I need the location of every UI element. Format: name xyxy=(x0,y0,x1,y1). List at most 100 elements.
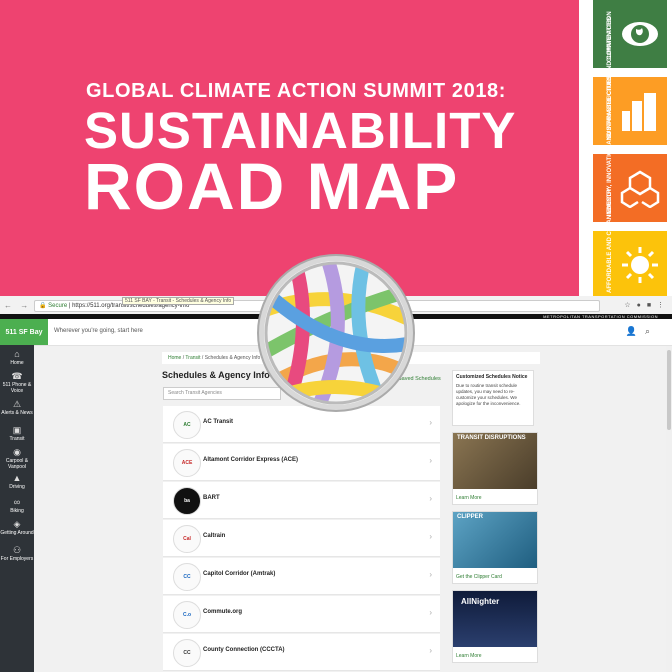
sidebar-item-driving[interactable]: ▲ Driving xyxy=(0,473,34,490)
cubes-icon xyxy=(619,162,661,214)
agency-logo: C.o xyxy=(173,601,201,629)
compass-icon: ◈ xyxy=(13,519,21,529)
car-icon: ◉ xyxy=(13,447,21,457)
agency-logo: CC xyxy=(173,563,201,591)
sun-icon xyxy=(619,239,661,291)
sidebar-item-label: Alerts & News xyxy=(1,410,33,416)
sdg-goal-column: 13 CLIMATE ACTION 11 SUSTAINABLE CITIES … xyxy=(579,0,672,300)
list-item[interactable]: C.o Commute.org › xyxy=(163,596,440,633)
notice-body: Due to routine transit schedule updates,… xyxy=(456,383,521,406)
chevron-right-icon: › xyxy=(429,456,432,465)
chevron-right-icon: › xyxy=(429,570,432,579)
list-item[interactable]: Cal Caltrain › xyxy=(163,520,440,557)
sidebar-item-alerts[interactable]: ⚠ Alerts & News xyxy=(0,399,34,416)
list-item[interactable]: ba BART › xyxy=(163,482,440,519)
sidebar-item-label: 511 Phone & Voice xyxy=(2,382,32,394)
home-icon: ⌂ xyxy=(14,349,20,359)
secure-label: Secure xyxy=(48,303,68,309)
sidebar-item-label: Carpool & Vanpool xyxy=(5,458,29,470)
bus-icon: ▣ xyxy=(12,425,22,435)
sdg-label: AFFORDABLE AND CLEAN ENERGY xyxy=(607,187,613,293)
breadcrumb-current: Schedules & Agency Info xyxy=(204,355,261,361)
search-icon[interactable]: ⌕ xyxy=(645,326,658,336)
allnighter-card[interactable]: AllNighter Learn More xyxy=(452,590,538,663)
list-item[interactable]: CC County Connection (CCCTA) › xyxy=(163,634,440,671)
chevron-right-icon: › xyxy=(429,646,432,655)
card-link[interactable]: Learn More xyxy=(456,495,482,501)
sdg-number: 7 xyxy=(579,286,596,295)
chevron-right-icon: › xyxy=(429,608,432,617)
bike-icon: ∞ xyxy=(13,497,21,507)
chevron-right-icon: › xyxy=(429,532,432,541)
sidebar-item-label: For Employers xyxy=(0,556,34,562)
card-link[interactable]: Learn More xyxy=(456,653,482,659)
card-image xyxy=(453,433,537,489)
sidebar-item-label: Getting Around xyxy=(0,530,34,536)
city-icon xyxy=(619,85,661,137)
sidebar-item-getting-around[interactable]: ◈ Getting Around xyxy=(0,519,34,536)
sdg-tile-9: 9 INDUSTRY, INNOVATION AND INFRASTRUCTUR… xyxy=(579,75,667,222)
tab-tooltip: 511 SF BAY - Transit - Schedules & Agenc… xyxy=(122,297,235,305)
employer-icon: ⚇ xyxy=(12,545,22,555)
notice-heading: Customized Schedules Notice xyxy=(456,374,528,380)
sdg-number: 13 xyxy=(579,46,596,64)
sdg-tile-13: 13 CLIMATE ACTION xyxy=(579,0,667,68)
list-item[interactable]: ACE Altamont Corridor Express (ACE) › xyxy=(163,444,440,481)
breadcrumb-home[interactable]: Home xyxy=(168,355,181,361)
agency-logo: ACE xyxy=(173,449,201,477)
user-icon[interactable]: 👤 xyxy=(626,326,645,336)
agency-list: AC AC Transit › ACE Altamont Corridor Ex… xyxy=(163,406,440,672)
extension-icons[interactable]: ☆ ● ■ ⋮ xyxy=(624,301,666,309)
side-navigation: ⌂ Home ☎ 511 Phone & Voice ⚠ Alerts & News … xyxy=(0,345,34,672)
scrollbar-thumb[interactable] xyxy=(667,350,671,430)
agency-name: Caltrain xyxy=(203,533,226,539)
card-title: AllNighter xyxy=(461,597,500,606)
sidebar-item-label: Biking xyxy=(10,508,24,514)
banner-title-line2: ROAD MAP xyxy=(84,149,460,223)
card-title: CLIPPER xyxy=(457,514,484,520)
sidebar-item-transit[interactable]: ▣ Transit xyxy=(0,425,34,442)
banner-subtitle: GLOBAL CLIMATE ACTION SUMMIT 2018: xyxy=(86,80,507,102)
sidebar-item-carpool[interactable]: ◉ Carpool & Vanpool xyxy=(0,447,34,470)
sidebar-item-label: Transit xyxy=(9,436,25,442)
alert-icon: ⚠ xyxy=(12,399,22,409)
agency-logo: AC xyxy=(173,411,201,439)
sidebar-item-biking[interactable]: ∞ Biking xyxy=(0,497,34,514)
transit-disruptions-card[interactable]: TRANSIT DISRUPTIONS Learn More xyxy=(452,432,538,505)
card-title: TRANSIT DISRUPTIONS xyxy=(457,435,526,441)
card-link[interactable]: Get the Clipper Card xyxy=(456,574,502,580)
summit-emblem-logo xyxy=(257,254,415,412)
agency-logo: Cal xyxy=(173,525,201,553)
breadcrumb-transit[interactable]: Transit xyxy=(185,355,200,361)
schedule-notice: Customized Schedules Notice Due to routi… xyxy=(452,370,534,426)
sdg-tile-11: 11 SUSTAINABLE CITIES AND COMMUNITIES xyxy=(579,17,667,145)
sdg-tile-7: 7 AFFORDABLE AND CLEAN ENERGY xyxy=(579,187,667,299)
globe-eye-icon xyxy=(619,8,661,60)
agency-name: Commute.org xyxy=(203,609,242,615)
agency-name: AC Transit xyxy=(203,419,234,425)
sidebar-item-home[interactable]: ⌂ Home xyxy=(0,349,34,366)
agency-name: Capitol Corridor (Amtrak) xyxy=(203,571,276,577)
sdg-number: 11 xyxy=(579,124,596,141)
agency-name: County Connection (CCCTA) xyxy=(203,647,285,653)
chevron-right-icon: › xyxy=(429,418,432,427)
agency-logo: CC xyxy=(173,639,201,667)
chevron-right-icon: › xyxy=(429,494,432,503)
site-logo[interactable]: 511 SF Bay xyxy=(0,319,48,345)
sdg-number: 9 xyxy=(579,209,596,218)
sidebar-item-phone[interactable]: ☎ 511 Phone & Voice xyxy=(0,371,34,394)
driving-icon: ▲ xyxy=(12,473,22,483)
sidebar-item-label: Home xyxy=(10,360,24,366)
list-item[interactable]: CC Capitol Corridor (Amtrak) › xyxy=(163,558,440,595)
page-scrollbar[interactable] xyxy=(666,346,672,672)
header-icons: 👤⌕ xyxy=(626,326,658,337)
sidebar-item-employers[interactable]: ⚇ For Employers xyxy=(0,545,34,562)
agency-logo: ba xyxy=(173,487,201,515)
card-image xyxy=(453,512,537,568)
clipper-card[interactable]: CLIPPER Get the Clipper Card xyxy=(452,511,538,584)
agency-name: BART xyxy=(203,495,220,501)
sidebar-item-label: Driving xyxy=(9,484,25,490)
phone-icon: ☎ xyxy=(11,371,23,381)
site-search-prompt[interactable]: Wherever you're going, start here xyxy=(54,328,143,334)
agency-name: Altamont Corridor Express (ACE) xyxy=(203,457,299,463)
